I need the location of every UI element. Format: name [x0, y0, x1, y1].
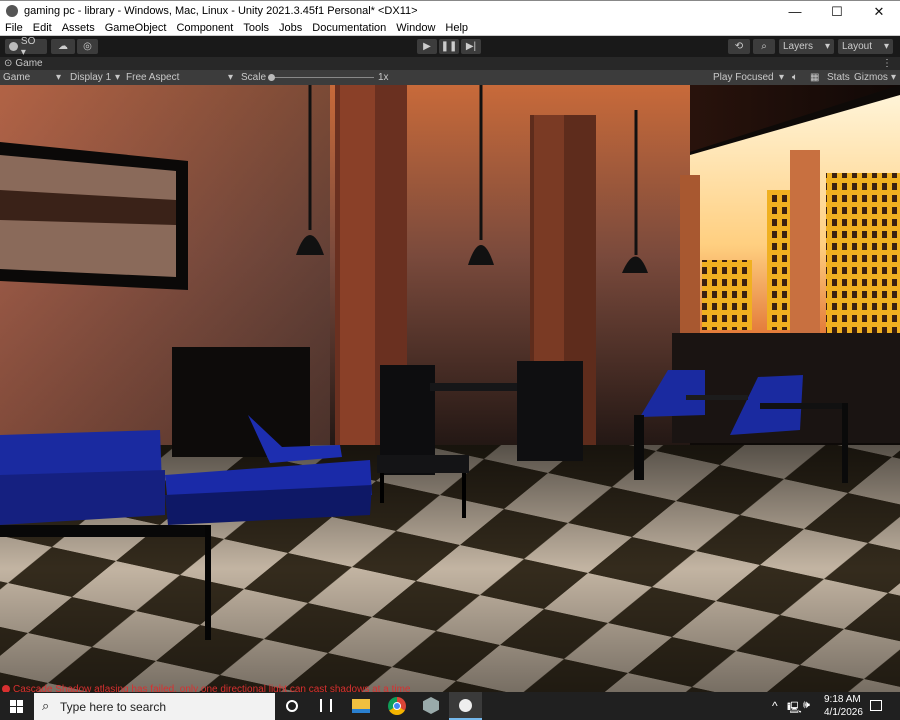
layers-label: Layers	[783, 41, 814, 52]
game-mode-dropdown[interactable]: Game	[3, 72, 30, 83]
menu-help[interactable]: Help	[440, 22, 473, 34]
network-icon[interactable]: 🖳︎	[787, 699, 802, 718]
maximize-button[interactable]: ☐	[816, 1, 858, 22]
history-button[interactable]: ⟲	[728, 39, 750, 54]
game-view[interactable]	[0, 85, 900, 692]
layers-dropdown[interactable]: Layers ▾	[779, 39, 834, 54]
minimize-button[interactable]: —	[774, 1, 816, 22]
volume-icon[interactable]: 🕪︎	[803, 699, 810, 712]
unity-editor-icon[interactable]	[449, 692, 482, 720]
game-tab-label: Game	[15, 58, 43, 69]
task-view-icon[interactable]	[320, 699, 332, 712]
account-icon	[9, 42, 18, 51]
play-icon: ▶	[423, 41, 431, 52]
close-button[interactable]: ✕	[858, 1, 900, 22]
menu-documentation[interactable]: Documentation	[307, 22, 391, 34]
history-icon: ⟲	[734, 41, 744, 52]
cloud-button[interactable]: ☁	[51, 39, 75, 54]
layout-label: Layout	[842, 41, 873, 52]
account-label: SO ▾	[20, 35, 36, 58]
gamepad-icon: ⊙	[4, 58, 13, 69]
collab-button[interactable]: ◎	[77, 39, 98, 54]
scale-slider-handle[interactable]	[268, 74, 275, 81]
menu-assets[interactable]: Assets	[57, 22, 100, 34]
play-button[interactable]: ▶	[417, 39, 437, 54]
menu-window[interactable]: Window	[391, 22, 440, 34]
menu-gameobject[interactable]: GameObject	[100, 22, 172, 34]
cloud-icon: ☁	[58, 41, 68, 52]
game-scene-render	[0, 85, 900, 692]
search-icon: ⌕	[761, 41, 767, 52]
game-view-toolbar: Game ▾ Display 1 ▾ Free Aspect ▾ Scale 1x P…	[0, 70, 900, 85]
more-options-icon[interactable]: ⋮	[882, 58, 892, 69]
unity-icon	[6, 5, 18, 17]
menu-file[interactable]: File	[0, 22, 28, 34]
menu-edit[interactable]: Edit	[28, 22, 57, 34]
window-title: gaming pc - library - Windows, Mac, Linu…	[24, 5, 418, 17]
cortana-icon[interactable]	[286, 700, 298, 712]
menu-tools[interactable]: Tools	[238, 22, 274, 34]
scale-value: 1x	[378, 72, 389, 83]
scale-label: Scale	[241, 72, 267, 83]
pause-icon: ❚❚	[440, 41, 458, 52]
search-icon: ⌕	[42, 698, 50, 713]
mute-audio-icon[interactable]: 🔈︎	[792, 72, 798, 83]
tray-chevron-icon[interactable]: ^	[772, 699, 778, 713]
account-button[interactable]: SO ▾	[5, 36, 47, 58]
main-toolbar: SO ▾ ☁ ◎ ▶ ❚❚ ▶| ⟲ ⌕ Layers ▾ Layout ▾	[0, 36, 900, 58]
menu-bar: File Edit Assets GameObject Component To…	[0, 21, 900, 36]
windows-start-icon[interactable]	[10, 700, 23, 713]
menu-jobs[interactable]: Jobs	[274, 22, 307, 34]
aspect-dropdown[interactable]: Free Aspect	[126, 72, 179, 83]
game-tab[interactable]: ⊙ Game ⋮	[0, 57, 900, 70]
pause-button[interactable]: ❚❚	[439, 39, 459, 54]
stats-button[interactable]: Stats	[827, 72, 850, 83]
clock-time[interactable]: 9:18 AM	[824, 694, 861, 705]
chrome-icon[interactable]	[388, 697, 406, 715]
windows-taskbar: ⌕ Type here to search ^ 🖳︎ 🕪︎ 9:18 AM 4/1…	[0, 692, 900, 720]
notification-icon[interactable]	[870, 700, 882, 711]
menu-component[interactable]: Component	[171, 22, 238, 34]
scale-slider[interactable]	[268, 74, 374, 81]
gizmos-button[interactable]: Gizmos	[854, 72, 888, 83]
search-button[interactable]: ⌕	[753, 39, 775, 54]
layout-dropdown[interactable]: Layout ▾	[838, 39, 893, 54]
collab-icon: ◎	[83, 41, 92, 52]
play-focused-dropdown[interactable]: Play Focused	[713, 72, 774, 83]
display-dropdown[interactable]: Display 1	[70, 72, 111, 83]
title-bar: gaming pc - library - Windows, Mac, Linu…	[0, 0, 900, 21]
clock-date[interactable]: 4/1/2026	[824, 707, 863, 718]
stats-icon[interactable]: ▦	[810, 72, 819, 83]
step-icon: ▶|	[465, 41, 477, 52]
search-placeholder: Type here to search	[60, 699, 167, 714]
step-button[interactable]: ▶|	[461, 39, 481, 54]
unity-hub-icon[interactable]	[423, 697, 439, 714]
taskbar-search-box[interactable]: ⌕ Type here to search	[34, 693, 275, 720]
file-explorer-icon[interactable]	[352, 699, 370, 713]
